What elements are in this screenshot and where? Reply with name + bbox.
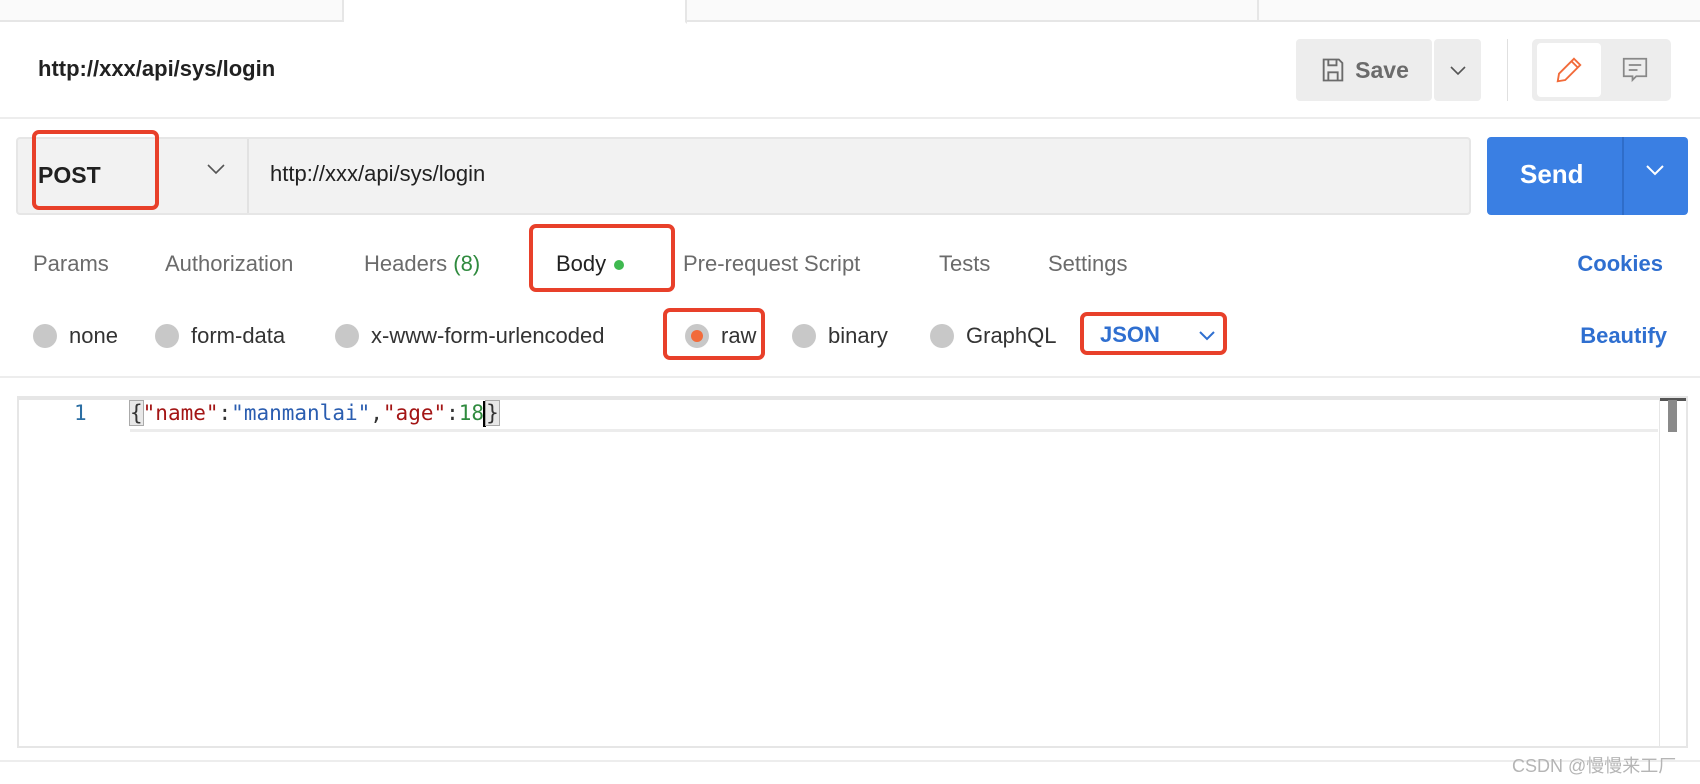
radio-label: x-www-form-urlencoded (371, 323, 605, 348)
pencil-icon (1556, 57, 1582, 83)
chevron-down-icon[interactable] (205, 162, 227, 176)
tab-label: Headers (364, 251, 448, 276)
close-brace: } (485, 400, 500, 426)
tab-params[interactable]: Params (33, 251, 109, 277)
save-dropdown-button[interactable] (1434, 39, 1481, 101)
code-line[interactable]: {"name":"manmanlai","age":18} (129, 400, 500, 427)
highlight-box-json (1080, 312, 1227, 355)
divider (0, 760, 1700, 762)
radio-icon (930, 324, 954, 348)
radio-label: none (69, 323, 118, 348)
request-tab-active[interactable] (344, 0, 687, 24)
divider (0, 376, 1700, 378)
send-label: Send (1520, 159, 1584, 189)
colon: : (218, 401, 232, 425)
tab-settings[interactable]: Settings (1048, 251, 1128, 277)
headers-count: (8) (453, 251, 481, 276)
json-key: "age" (382, 401, 447, 425)
chevron-down-icon (1449, 66, 1466, 76)
highlight-box-body-tab (529, 224, 675, 292)
radio-icon (335, 324, 359, 348)
colon: : (446, 401, 459, 425)
radio-graphql[interactable]: GraphQL (930, 323, 1057, 349)
radio-icon (792, 324, 816, 348)
watermark: CSDN @慢慢来工厂 (1512, 756, 1677, 776)
comments-button[interactable] (1603, 43, 1667, 97)
comma: , (370, 401, 383, 425)
radio-label: form-data (191, 323, 286, 348)
beautify-link[interactable]: Beautify (1580, 323, 1667, 349)
open-brace: { (129, 400, 144, 426)
json-key: "name" (142, 401, 219, 425)
scrollbar-thumb[interactable] (1668, 400, 1677, 432)
divider (247, 139, 249, 213)
comment-icon (1622, 57, 1648, 83)
json-string: "manmanlai" (231, 401, 371, 425)
highlight-box-method (32, 130, 159, 210)
save-label: Save (1355, 56, 1409, 83)
request-tab[interactable] (0, 0, 344, 22)
tab-authorization[interactable]: Authorization (165, 251, 293, 277)
request-tab-strip (0, 0, 1700, 24)
radio-icon (33, 324, 57, 348)
highlight-box-raw (663, 308, 765, 360)
request-tab[interactable] (687, 0, 1259, 22)
divider (0, 117, 1700, 119)
tab-tests[interactable]: Tests (939, 251, 990, 277)
code-editor[interactable] (17, 396, 1688, 748)
radio-icon (155, 324, 179, 348)
url-input[interactable]: http://xxx/api/sys/login (270, 161, 485, 187)
tab-headers[interactable]: Headers (8) (364, 251, 480, 277)
divider (1507, 39, 1508, 101)
radio-label: GraphQL (966, 323, 1057, 348)
json-number: 18 (458, 401, 485, 425)
tab-pre-request-script[interactable]: Pre-request Script (683, 251, 860, 277)
cookies-link[interactable]: Cookies (1577, 251, 1663, 277)
chevron-down-icon[interactable] (1644, 163, 1666, 177)
radio-label: binary (828, 323, 888, 348)
save-button[interactable]: Save (1296, 39, 1432, 101)
send-button[interactable]: Send (1487, 137, 1688, 215)
radio-form-data[interactable]: form-data (155, 323, 285, 349)
request-title: http://xxx/api/sys/login (38, 56, 276, 81)
save-icon (1322, 58, 1344, 82)
radio-none[interactable]: none (33, 323, 118, 349)
radio-binary[interactable]: binary (792, 323, 888, 349)
edit-mode-button[interactable] (1537, 43, 1601, 97)
divider (1622, 137, 1624, 215)
line-number: 1 (74, 401, 87, 425)
editor-scrollbar[interactable] (1659, 396, 1688, 748)
request-bar (16, 137, 1471, 215)
radio-x-www-form-urlencoded[interactable]: x-www-form-urlencoded (335, 323, 605, 349)
